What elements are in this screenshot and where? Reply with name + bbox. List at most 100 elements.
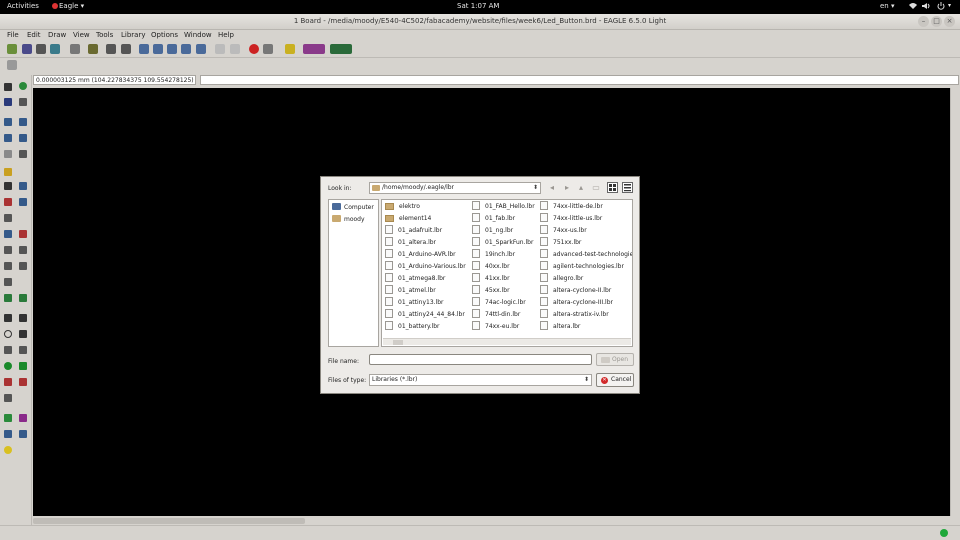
via-icon[interactable] — [4, 362, 12, 370]
info-icon[interactable] — [4, 83, 12, 91]
list-item[interactable]: 74xx-little-us.lbr — [540, 213, 602, 224]
file-list-horizontal-scrollbar[interactable] — [383, 338, 631, 345]
list-item[interactable]: 01_SparkFun.lbr — [472, 237, 533, 248]
file-type-select[interactable]: Libraries (*.lbr) ⬍ — [369, 374, 592, 386]
rect-icon[interactable] — [4, 346, 12, 354]
run-ulp-icon[interactable] — [121, 44, 131, 54]
split-icon[interactable] — [4, 230, 12, 238]
maximize-button[interactable]: □ — [931, 16, 942, 27]
menu-view[interactable]: View — [73, 31, 90, 39]
forward-icon[interactable]: ▸ — [561, 182, 573, 194]
optimize-icon[interactable] — [19, 230, 27, 238]
file-list-scroll-thumb[interactable] — [393, 340, 403, 345]
list-item[interactable]: 41xx.lbr — [472, 273, 510, 284]
stop-icon[interactable] — [249, 44, 259, 54]
back-icon[interactable]: ◂ — [546, 182, 558, 194]
list-item[interactable]: 45xx.lbr — [472, 285, 510, 296]
rotate-icon[interactable] — [19, 134, 27, 142]
group-icon[interactable] — [4, 150, 12, 158]
lock-icon[interactable] — [4, 214, 12, 222]
volume-icon[interactable] — [922, 2, 930, 12]
use-library-icon[interactable] — [88, 44, 98, 54]
zoom-select-icon[interactable] — [196, 44, 206, 54]
place-computer[interactable]: Computer — [332, 203, 374, 213]
add-icon[interactable] — [19, 182, 27, 190]
polygon-icon[interactable] — [19, 346, 27, 354]
attribute-icon[interactable] — [4, 378, 12, 386]
text-icon[interactable] — [19, 314, 27, 322]
list-item[interactable]: 01_atmel.lbr — [385, 285, 436, 296]
menu-window[interactable]: Window — [184, 31, 212, 39]
zoom-in-icon[interactable] — [153, 44, 163, 54]
route-icon[interactable] — [4, 246, 12, 254]
app-menu[interactable]: Eagle ▾ — [52, 2, 84, 10]
measure-icon[interactable] — [4, 394, 12, 402]
look-in-combo[interactable]: /home/moody/.eagle/lbr ⬍ — [369, 182, 541, 194]
board-schematic-switch-icon[interactable] — [70, 44, 80, 54]
copy-icon[interactable] — [19, 118, 27, 126]
zoom-fit-icon[interactable] — [139, 44, 149, 54]
power-menu-chevron-icon[interactable]: ▾ — [948, 2, 951, 9]
list-item[interactable]: altera-stratix-iv.lbr — [540, 309, 609, 320]
help-icon[interactable] — [285, 44, 295, 54]
open-button[interactable]: Open — [596, 353, 634, 366]
list-item[interactable]: 01_atmega8.lbr — [385, 273, 445, 284]
list-item[interactable]: element14 — [385, 213, 431, 224]
go-icon[interactable] — [263, 44, 273, 54]
zoom-out-icon[interactable] — [167, 44, 177, 54]
move-icon[interactable] — [4, 118, 12, 126]
menu-draw[interactable]: Draw — [48, 31, 66, 39]
replace-icon[interactable] — [19, 198, 27, 206]
errors-icon[interactable] — [4, 446, 12, 454]
network-icon[interactable] — [909, 2, 917, 12]
new-folder-icon[interactable]: ▭ — [590, 182, 602, 194]
cancel-button[interactable]: ✕ Cancel — [596, 373, 634, 387]
menu-edit[interactable]: Edit — [27, 31, 41, 39]
menu-options[interactable]: Options — [151, 31, 178, 39]
list-item[interactable]: allegro.lbr — [540, 273, 583, 284]
list-item[interactable]: 01_adafruit.lbr — [385, 225, 442, 236]
open-icon[interactable] — [7, 44, 17, 54]
dimension-icon[interactable] — [19, 378, 27, 386]
list-item[interactable]: 40xx.lbr — [472, 261, 510, 272]
list-item[interactable]: elektro — [385, 201, 420, 212]
hole-icon[interactable] — [19, 362, 27, 370]
place-home[interactable]: moody — [332, 215, 365, 225]
mirror-icon[interactable] — [4, 134, 12, 142]
list-item[interactable]: 01_ng.lbr — [472, 225, 513, 236]
paste-icon[interactable] — [4, 168, 12, 176]
list-item[interactable]: 751xx.lbr — [540, 237, 581, 248]
auto-route-icon[interactable] — [19, 294, 27, 302]
canvas-horizontal-scrollbar[interactable] — [33, 517, 950, 525]
list-item[interactable]: 74ac-logic.lbr — [472, 297, 526, 308]
keyboard-layout-indicator[interactable]: en ▾ — [880, 2, 894, 10]
menu-tools[interactable]: Tools — [96, 31, 113, 39]
list-item[interactable]: altera-cyclone-II.lbr — [540, 285, 611, 296]
arc-icon[interactable] — [19, 330, 27, 338]
smash-icon[interactable] — [4, 278, 12, 286]
line-icon[interactable] — [4, 314, 12, 322]
canvas-vertical-scrollbar[interactable] — [950, 88, 959, 516]
file-name-input[interactable] — [369, 354, 592, 365]
print-icon[interactable] — [36, 44, 46, 54]
wire-icon[interactable] — [4, 262, 12, 270]
list-item[interactable]: 01_attiny24_44_84.lbr — [385, 309, 465, 320]
list-item[interactable]: 01_attiny13.lbr — [385, 297, 444, 308]
design-link-icon[interactable] — [303, 44, 325, 54]
list-item[interactable]: 01_battery.lbr — [385, 321, 440, 332]
change-icon[interactable] — [19, 150, 27, 158]
list-item[interactable]: 01_Arduino-Various.lbr — [385, 261, 466, 272]
drc-icon[interactable] — [19, 430, 27, 438]
parent-folder-icon[interactable]: ▴ — [575, 182, 587, 194]
undo-icon[interactable] — [215, 44, 225, 54]
menu-library[interactable]: Library — [121, 31, 145, 39]
show-icon[interactable] — [19, 82, 27, 90]
circle-icon[interactable] — [4, 330, 12, 338]
ratsnest-icon[interactable] — [4, 414, 12, 422]
list-item[interactable]: agilent-technologies.lbr — [540, 261, 624, 272]
activities-button[interactable]: Activities — [7, 2, 39, 10]
miter-icon[interactable] — [19, 262, 27, 270]
menu-help[interactable]: Help — [218, 31, 234, 39]
window-titlebar[interactable]: 1 Board - /media/moody/E540-4C502/fabaca… — [0, 14, 960, 30]
command-line-input[interactable] — [200, 75, 959, 85]
